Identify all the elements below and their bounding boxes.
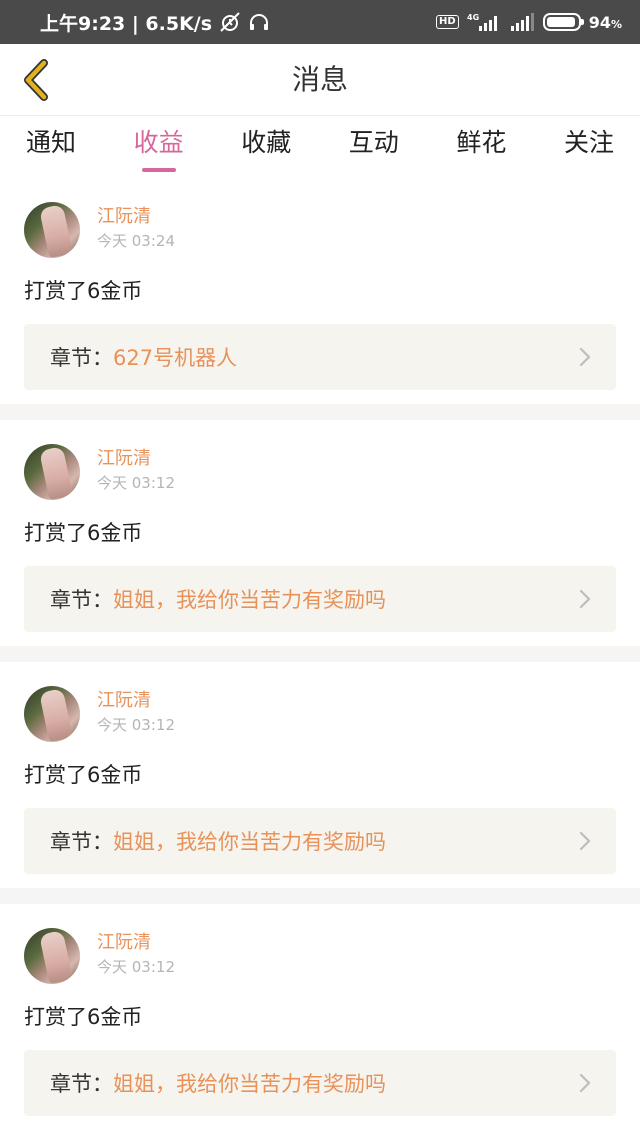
username[interactable]: 江阮清 <box>97 448 175 470</box>
chevron-right-icon <box>578 588 592 610</box>
username[interactable]: 江阮清 <box>97 932 175 954</box>
status-bar: 上午9:23 | 6.5K/s HD 4G 94% <box>0 0 640 44</box>
chapter-link[interactable]: 章节： 627号机器人 <box>24 324 616 390</box>
username[interactable]: 江阮清 <box>97 690 175 712</box>
reward-text: 打赏了6金币 <box>24 1005 143 1029</box>
message-item: 江阮清 今天 03:24 打赏了6金币 章节： 627号机器人 <box>0 178 640 420</box>
chapter-title: 姐姐，我给你当苦力有奖励吗 <box>113 1072 386 1096</box>
chevron-right-icon <box>578 1072 592 1094</box>
chapter-title: 姐姐，我给你当苦力有奖励吗 <box>113 830 386 854</box>
hd-voice-badge: HD <box>436 15 459 29</box>
signal-4g-icon: 4G <box>467 12 501 32</box>
user-row: 江阮清 今天 03:12 <box>24 686 616 742</box>
timestamp: 今天 03:12 <box>97 716 175 734</box>
timestamp: 今天 03:12 <box>97 958 175 976</box>
headphones-icon <box>248 12 270 32</box>
avatar[interactable] <box>24 202 80 258</box>
message-item: 江阮清 今天 03:12 打赏了6金币 章节： 姐姐，我给你当苦力有奖励吗 <box>0 662 640 904</box>
tab-earnings[interactable]: 收益 <box>134 116 184 178</box>
alarm-off-icon <box>218 11 242 33</box>
title-bar: 消息 <box>0 44 640 116</box>
tab-interaction[interactable]: 互动 <box>349 116 399 178</box>
chapter-label: 章节： <box>50 346 113 370</box>
battery-percent: 94% <box>588 12 622 32</box>
chapter-title: 627号机器人 <box>113 346 238 370</box>
user-row: 江阮清 今天 03:12 <box>24 444 616 500</box>
chevron-right-icon <box>578 830 592 852</box>
status-time-speed: 上午9:23 | 6.5K/s <box>40 12 213 35</box>
chapter-label: 章节： <box>50 1072 113 1096</box>
chapter-link[interactable]: 章节： 姐姐，我给你当苦力有奖励吗 <box>24 566 616 632</box>
message-list: 江阮清 今天 03:24 打赏了6金币 章节： 627号机器人 江阮清 今天 0… <box>0 178 640 1124</box>
avatar[interactable] <box>24 444 80 500</box>
page-title: 消息 <box>291 63 348 96</box>
reward-text: 打赏了6金币 <box>24 521 143 545</box>
avatar[interactable] <box>24 928 80 984</box>
tab-favorites[interactable]: 收藏 <box>241 116 291 178</box>
timestamp: 今天 03:24 <box>97 232 175 250</box>
svg-text:4G: 4G <box>467 13 479 22</box>
avatar[interactable] <box>24 686 80 742</box>
chevron-right-icon <box>578 346 592 368</box>
chapter-link[interactable]: 章节： 姐姐，我给你当苦力有奖励吗 <box>24 1050 616 1116</box>
battery-icon <box>542 13 584 31</box>
tab-bar: 通知 收益 收藏 互动 鲜花 关注 <box>0 116 640 178</box>
tab-flowers[interactable]: 鲜花 <box>456 116 506 178</box>
tab-notice[interactable]: 通知 <box>26 116 76 178</box>
chapter-title: 姐姐，我给你当苦力有奖励吗 <box>113 588 386 612</box>
message-item: 江阮清 今天 03:12 打赏了6金币 章节： 姐姐，我给你当苦力有奖励吗 <box>0 420 640 662</box>
reward-text: 打赏了6金币 <box>24 279 143 303</box>
user-row: 江阮清 今天 03:12 <box>24 928 616 984</box>
timestamp: 今天 03:12 <box>97 474 175 492</box>
reward-text: 打赏了6金币 <box>24 763 143 787</box>
user-row: 江阮清 今天 03:24 <box>24 202 616 258</box>
chapter-label: 章节： <box>50 588 113 612</box>
tab-follow[interactable]: 关注 <box>564 116 614 178</box>
message-item: 江阮清 今天 03:12 打赏了6金币 章节： 姐姐，我给你当苦力有奖励吗 <box>0 904 640 1124</box>
username[interactable]: 江阮清 <box>97 206 175 228</box>
chapter-label: 章节： <box>50 830 113 854</box>
signal-icon <box>509 12 535 32</box>
chapter-link[interactable]: 章节： 姐姐，我给你当苦力有奖励吗 <box>24 808 616 874</box>
